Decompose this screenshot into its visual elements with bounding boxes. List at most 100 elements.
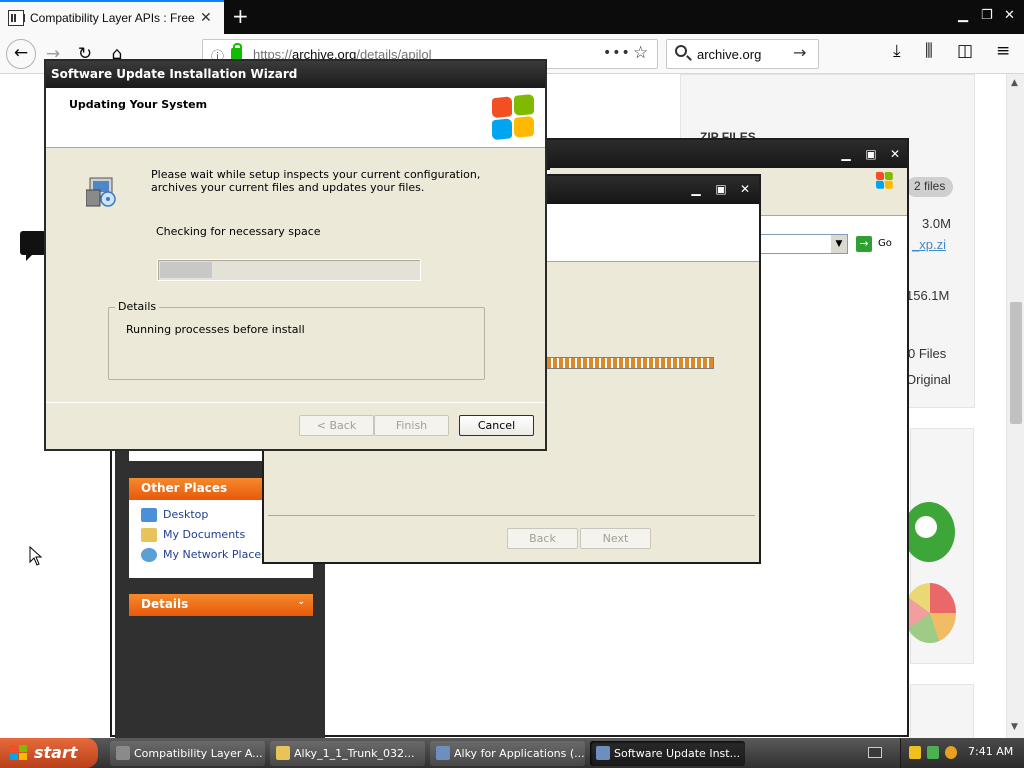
browser-tab-bar: Compatibility Layer APIs : Free Do ✕ + ▁…: [0, 0, 1024, 34]
explorer-minimize-button[interactable]: ▁: [836, 146, 856, 163]
alky-maximize-button[interactable]: ▣: [711, 181, 731, 198]
go-arrow-icon[interactable]: →: [856, 236, 872, 252]
browser-close-button[interactable]: ✕: [1004, 8, 1015, 23]
network-icon[interactable]: [927, 746, 939, 759]
details-title: Details: [141, 597, 189, 611]
license-logo: [904, 583, 956, 643]
wizard-title: Software Update Installation Wizard: [51, 67, 298, 81]
tab-close-icon[interactable]: ✕: [200, 10, 212, 26]
new-tab-button[interactable]: +: [232, 4, 249, 28]
files-count-badge[interactable]: 2 files: [906, 177, 954, 197]
mouse-pointer-icon: [29, 546, 43, 566]
software-update-wizard: Software Update Installation Wizard Upda…: [44, 59, 547, 451]
start-label: start: [34, 743, 78, 762]
wizard-title-bar[interactable]: Software Update Installation Wizard: [46, 61, 545, 88]
wizard-header: Updating Your System: [46, 88, 545, 148]
alky-close-button[interactable]: ✕: [735, 181, 755, 198]
wizard-task-icon: [596, 746, 610, 760]
wizard-cancel-button[interactable]: Cancel: [459, 415, 534, 436]
place-desktop[interactable]: Desktop: [141, 508, 208, 522]
task-label: Alky for Applications (...: [454, 747, 585, 760]
setup-task-icon: [436, 746, 450, 760]
task-alky-trunk[interactable]: Alky_1_1_Trunk_032...: [270, 741, 425, 766]
tray-search-icon[interactable]: [945, 746, 957, 759]
browser-minimize-button[interactable]: ▁: [958, 8, 968, 23]
start-flag-icon: [10, 745, 28, 761]
back-arrow-icon[interactable]: ←: [6, 39, 36, 69]
file-link-1[interactable]: _xp.zi: [912, 237, 946, 252]
alky-separator: [268, 515, 755, 516]
alky-progress-bar: [546, 357, 714, 369]
files-count-text: 0 Files: [908, 346, 947, 361]
place-my-network-places[interactable]: My Network Places: [141, 548, 267, 562]
explorer-close-button[interactable]: ✕: [885, 146, 905, 163]
search-text: archive.org: [697, 47, 762, 62]
alky-next-button[interactable]: Next: [580, 528, 651, 549]
security-shield-icon[interactable]: [909, 746, 921, 759]
wizard-separator: [46, 402, 545, 403]
download-icon[interactable]: ⤓: [893, 41, 901, 61]
place-my-documents[interactable]: My Documents: [141, 528, 245, 542]
wizard-progress-fill: [160, 262, 212, 278]
chat-icon[interactable]: [20, 231, 46, 261]
browser-restore-button[interactable]: ❐: [981, 8, 993, 23]
desktop-icon: [141, 508, 157, 522]
place-label: My Documents: [163, 528, 246, 541]
documents-folder-icon: [141, 528, 157, 542]
wizard-finish-button[interactable]: Finish: [374, 415, 449, 436]
tab-title: Compatibility Layer APIs : Free Do: [30, 11, 195, 25]
task-alky-applications[interactable]: Alky for Applications (...: [430, 741, 585, 766]
browser-task-icon: [116, 746, 130, 760]
system-tray: 7:41 AM: [900, 738, 1024, 768]
go-button[interactable]: Go: [878, 238, 892, 249]
windows-flag-icon: [876, 172, 893, 189]
search-input[interactable]: archive.org →: [666, 39, 819, 69]
file-size-2: 156.1M: [906, 288, 950, 303]
explorer-maximize-button[interactable]: ▣: [861, 146, 881, 163]
page-scrollbar[interactable]: ▲ ▼: [1006, 74, 1024, 740]
chevron-down-icon[interactable]: ⌄: [297, 597, 305, 607]
search-go-icon[interactable]: →: [793, 43, 806, 62]
details-header[interactable]: Details ⌄: [129, 594, 313, 616]
folder-task-icon: [276, 746, 290, 760]
task-label: Compatibility Layer A...: [134, 747, 263, 760]
wizard-message: Please wait while setup inspects your cu…: [151, 168, 481, 194]
place-label: Desktop: [163, 508, 209, 521]
wizard-back-button[interactable]: < Back: [299, 415, 374, 436]
wizard-status-text: Checking for necessary space: [156, 225, 321, 238]
task-compatibility-layer[interactable]: Compatibility Layer A...: [110, 741, 265, 766]
task-label: Software Update Inst...: [614, 747, 741, 760]
details-legend: Details: [115, 300, 160, 313]
alky-minimize-button[interactable]: ▁: [686, 181, 706, 198]
combo-dropdown-icon[interactable]: ▼: [831, 235, 847, 253]
network-places-icon: [141, 548, 157, 562]
explorer-content-area: [325, 570, 907, 735]
search-icon: [675, 45, 687, 57]
bookmark-star-icon[interactable]: ☆: [633, 43, 648, 63]
menu-icon[interactable]: ≡: [996, 41, 1010, 61]
clock: 7:41 AM: [968, 745, 1014, 758]
other-places-title: Other Places: [141, 481, 228, 495]
setup-computer-icon: [86, 177, 116, 207]
address-combo[interactable]: ▼: [760, 234, 848, 254]
task-software-update[interactable]: Software Update Inst...: [590, 741, 745, 766]
library-icon[interactable]: ⫼: [925, 41, 933, 61]
windows-logo-icon: [492, 93, 536, 143]
page-actions-icon[interactable]: •••: [603, 45, 631, 61]
file-size-1: 3.0M: [922, 216, 951, 231]
details-text: Running processes before install: [126, 323, 305, 336]
original-label: Original: [906, 372, 951, 387]
wizard-header-title: Updating Your System: [69, 98, 208, 111]
keyboard-icon[interactable]: [868, 747, 882, 758]
scroll-down-icon[interactable]: ▼: [1011, 722, 1018, 732]
scrollbar-thumb[interactable]: [1010, 302, 1022, 424]
lower-panel: [910, 684, 974, 740]
open-source-logo: [903, 502, 955, 562]
taskbar: start Compatibility Layer A... Alky_1_1_…: [0, 738, 1024, 768]
alky-back-button[interactable]: Back: [507, 528, 578, 549]
browser-tab-active[interactable]: Compatibility Layer APIs : Free Do ✕: [0, 0, 224, 34]
scroll-up-icon[interactable]: ▲: [1011, 78, 1018, 88]
place-label: My Network Places: [163, 548, 267, 561]
sidebar-icon[interactable]: ◫: [957, 41, 973, 61]
start-button[interactable]: start: [0, 738, 98, 768]
